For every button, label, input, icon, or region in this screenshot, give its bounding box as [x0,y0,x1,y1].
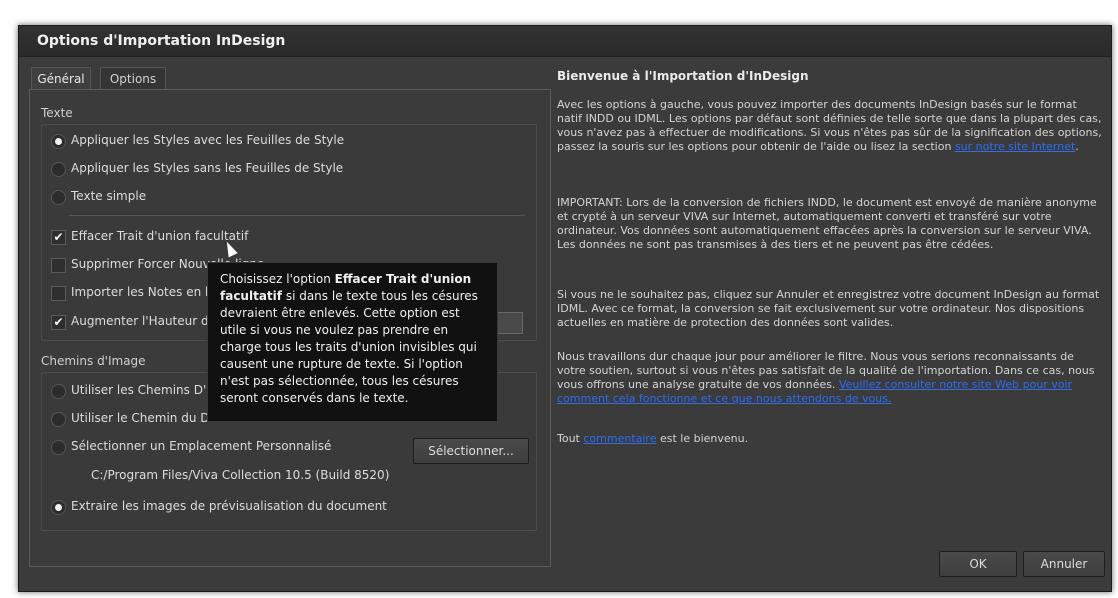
radio-styles-without-sheets-label[interactable]: Appliquer les Styles sans les Feuilles d… [71,158,343,178]
hyphen-option-tooltip: Choisissez l'option Effacer Trait d'unio… [207,262,498,422]
help-paragraph-1: Avec les options à gauche, vous pouvez i… [557,98,1105,154]
checkbox-remove-optional-hyphen[interactable]: ✔ [51,230,66,245]
tooltip-text-post: si dans le texte tous les césures devrai… [220,289,478,405]
radio-custom-location-label[interactable]: Sélectionner un Emplacement Personnalisé [71,436,331,456]
radio-use-image-paths[interactable] [51,384,66,399]
tab-options[interactable]: Options [100,67,166,90]
dialog-title: Options d'Importation InDesign [37,33,286,49]
welcome-title: Bienvenue à l'Importation d'InDesign [557,69,809,83]
help-paragraph-2: IMPORTANT: Lors de la conversion de fich… [557,196,1097,251]
texte-section-label: Texte [41,106,73,120]
radio-extract-preview-images[interactable] [51,500,66,515]
radio-styles-with-sheets[interactable] [51,134,66,149]
radio-plain-text[interactable] [51,190,66,205]
help-paragraph-5-pre: Tout [557,432,584,445]
help-paragraph-3: Si vous ne le souhaitez pas, cliquez sur… [557,288,1100,329]
feedback-link[interactable]: commentaire [583,432,656,445]
texte-divider [69,215,525,216]
radio-document-path-subfolders[interactable] [51,412,66,427]
radio-plain-text-label[interactable]: Texte simple [71,186,146,206]
checkbox-increase-height-label[interactable]: Augmenter l'Hauteur de [71,311,216,331]
help-paragraph-1-end: . [1075,140,1079,153]
custom-location-path: C:/Program Files/Viva Collection 10.5 (B… [91,468,390,482]
ok-button[interactable]: OK [939,551,1017,577]
radio-styles-with-sheets-label[interactable]: Appliquer les Styles avec les Feuilles d… [71,130,344,150]
radio-custom-location[interactable] [51,440,66,455]
title-bar[interactable]: Options d'Importation InDesign [19,26,1111,57]
checkbox-import-footnotes[interactable] [51,286,66,301]
tooltip-text-pre: Choisissez l'option [220,272,335,286]
cancel-button[interactable]: Annuler [1023,551,1105,577]
select-location-button[interactable]: Sélectionner... [413,438,529,464]
import-options-dialog: Options d'Importation InDesign Général O… [18,25,1112,592]
help-paragraph-4: Nous travaillons dur chaque jour pour am… [557,350,1105,406]
checkbox-remove-forced-line-break[interactable] [51,258,66,273]
help-paragraph-5: Tout commentaire est le bienvenu. [557,432,1105,446]
help-paragraph-5-post: est le bienvenu. [656,432,749,445]
radio-styles-without-sheets[interactable] [51,162,66,177]
website-link[interactable]: sur notre site Internet [955,140,1075,153]
tab-general[interactable]: Général [31,67,91,90]
checkbox-increase-height[interactable]: ✔ [51,315,66,330]
radio-extract-preview-images-label[interactable]: Extraire les images de prévisualisation … [71,496,387,516]
image-paths-section-label: Chemins d'Image [41,354,146,368]
